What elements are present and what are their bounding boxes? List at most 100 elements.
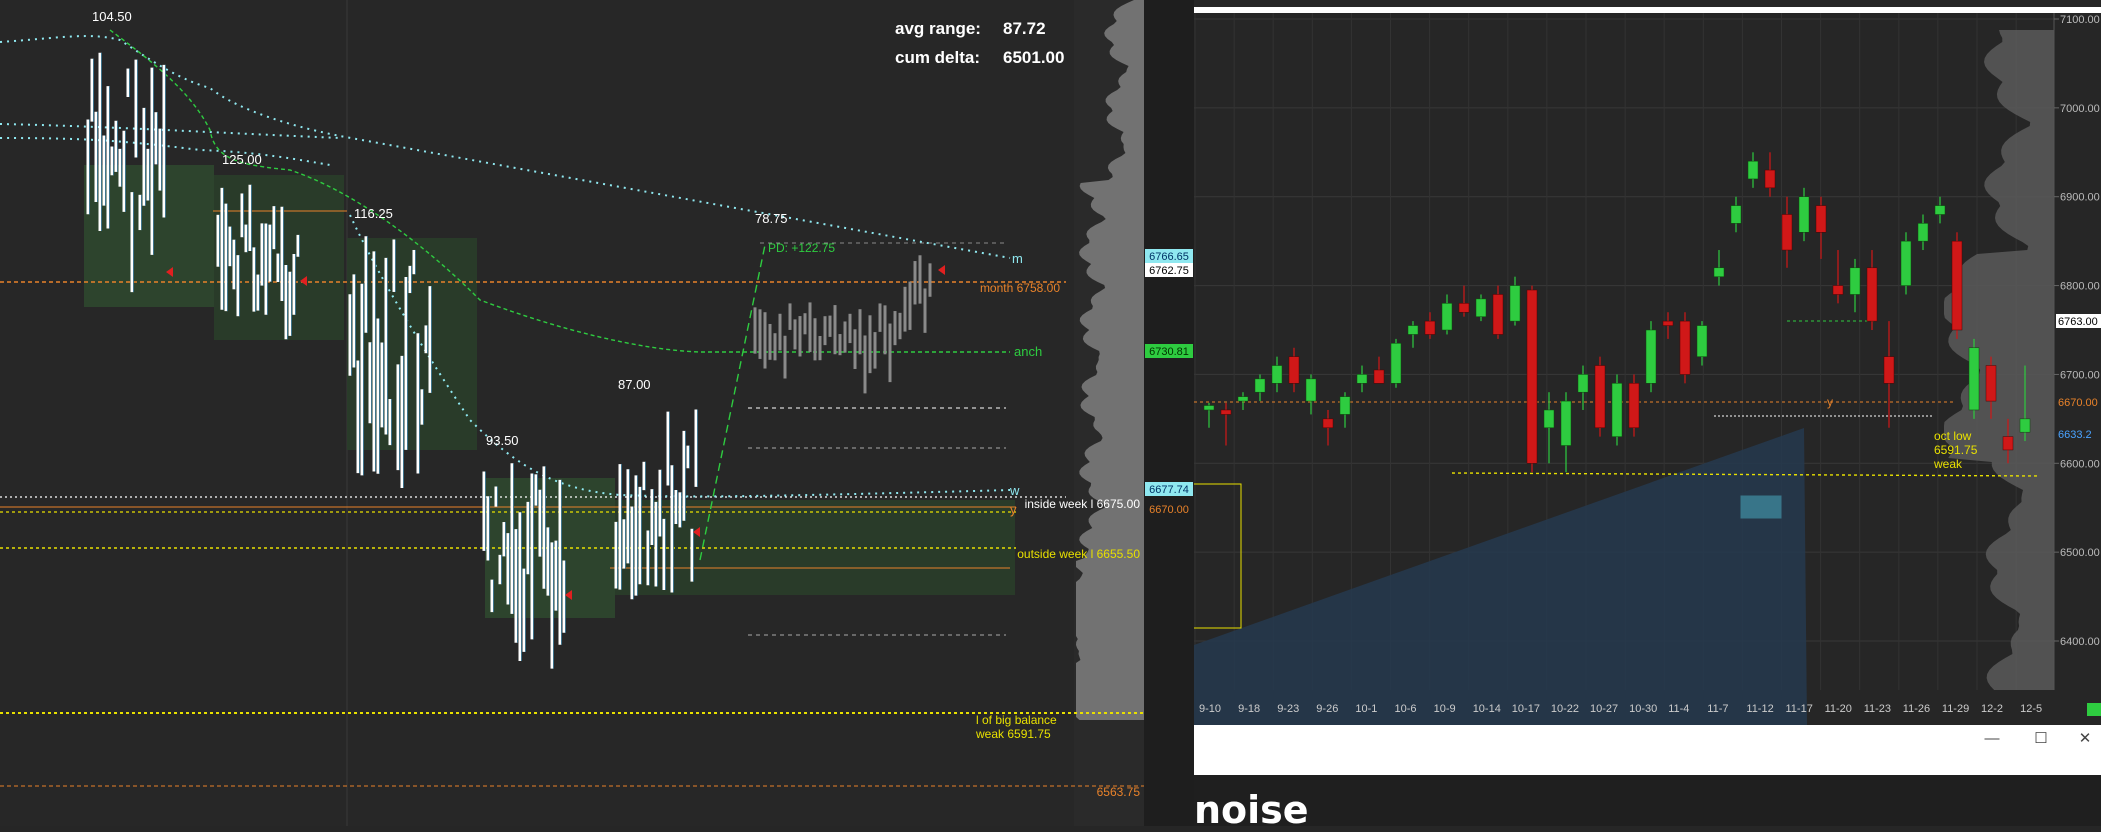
candle-body	[1747, 160, 1759, 180]
x-axis-label: 11-17	[1786, 703, 1813, 715]
candle-body	[1781, 214, 1793, 251]
y-label: y	[1827, 395, 1833, 409]
candle-body	[1900, 240, 1912, 286]
corner-indicator	[2087, 703, 2101, 716]
candle-body	[1509, 285, 1521, 322]
candle-body	[1220, 409, 1232, 415]
candle-body	[1951, 240, 1963, 331]
big-balance-label: weak 6591.75	[975, 727, 1051, 741]
candle-body	[1254, 378, 1266, 393]
window-content-area	[1194, 775, 2101, 826]
left-chart-canvas[interactable]: 104.50 125.00 116.25 93.50 87.00 78.75 P…	[0, 0, 1144, 826]
candle-body	[1577, 374, 1589, 393]
candle-body	[1458, 303, 1470, 313]
candle-body	[1713, 267, 1725, 277]
oct-low-label: weak	[1933, 457, 1963, 471]
y-axis-label: 6900.00	[2060, 192, 2100, 204]
candle-body	[1611, 383, 1623, 437]
right-chart-panel[interactable]: 7100.00 7000.00 6900.00 6800.00 6700.00 6600.…	[1194, 0, 2101, 826]
x-axis-label: 10-1	[1355, 703, 1377, 715]
x-axis-label: 11-7	[1707, 703, 1728, 715]
candle-body	[1696, 325, 1708, 357]
x-axis-label: 10-22	[1551, 703, 1579, 715]
x-axis-label: 12-5	[2020, 703, 2042, 715]
price-tag-column: 6766.65 6762.75 6730.81 6677.74 6670.00	[1144, 0, 1194, 826]
price-tag-text: 6677.74	[1149, 484, 1189, 496]
candle-body	[1815, 205, 1827, 233]
candle-body	[1305, 378, 1317, 402]
close-button[interactable]: ✕	[2070, 728, 2100, 750]
cum-delta-value: 6501.00	[1003, 48, 1065, 67]
x-axis-label: 10-17	[1512, 703, 1540, 715]
cyan-zone-box	[1740, 495, 1782, 519]
oct-low-label: 6591.75	[1934, 443, 1978, 457]
y-axis-label: 6400.00	[2060, 636, 2100, 648]
price-tag-text: 6730.81	[1149, 346, 1189, 358]
avg-range-label: avg range:	[895, 19, 981, 38]
y-axis-label: 7100.00	[2060, 14, 2100, 26]
candle-body	[1271, 365, 1283, 384]
candle-body	[1237, 396, 1249, 402]
y-axis-label: 6600.00	[2060, 458, 2100, 470]
candle-body	[2019, 418, 2031, 433]
y-axis-label: 6500.00	[2060, 547, 2100, 559]
w-label: w	[1009, 483, 1020, 498]
x-axis-label: 10-14	[1473, 703, 1501, 715]
swing-label: 87.00	[618, 377, 651, 392]
candle-body	[1407, 325, 1419, 335]
price-tag-text: 6762.75	[1149, 265, 1189, 277]
price-tag-text: 6763.00	[2058, 316, 2098, 328]
x-axis-label: 9-18	[1238, 703, 1260, 715]
candle-body	[1390, 343, 1402, 384]
candle-body	[1883, 356, 1895, 384]
candle-body	[1560, 400, 1572, 446]
y-axis-label: 6800.00	[2060, 281, 2100, 293]
inside-week-label: inside week l 6675.00	[1025, 497, 1141, 511]
cyan-curve	[0, 123, 341, 139]
maximize-button[interactable]: ☐	[2026, 728, 2056, 750]
x-axis-label: 10-30	[1629, 703, 1657, 715]
price-tag-text: 6670.00	[1149, 504, 1189, 516]
candle-body	[1866, 267, 1878, 322]
bottom-price-label: 6563.75	[1097, 785, 1141, 799]
swing-label: 78.75	[755, 211, 788, 226]
candle-body	[1645, 329, 1657, 384]
candle-body	[1934, 205, 1946, 215]
m-label: m	[1012, 251, 1023, 266]
price-tag-text: 6670.00	[2058, 397, 2098, 409]
candle-body	[1543, 409, 1555, 428]
x-axis-label: 12-2	[1981, 703, 2003, 715]
swing-label: 104.50	[92, 9, 132, 24]
x-axis-label: 9-26	[1316, 703, 1338, 715]
avg-range-value: 87.72	[1003, 19, 1046, 38]
x-axis-label: 11-23	[1864, 703, 1891, 715]
right-chart-canvas[interactable]: 7100.00 7000.00 6900.00 6800.00 6700.00 6600.…	[1194, 0, 2101, 826]
candle-body	[1492, 294, 1504, 335]
x-axis-label: 11-12	[1746, 703, 1773, 715]
y-axis-label: 7000.00	[2060, 103, 2100, 115]
candle-body	[1424, 320, 1436, 335]
candle-body	[1203, 405, 1215, 411]
x-axis-label: 10-6	[1395, 703, 1417, 715]
swing-label: 125.00	[222, 152, 262, 167]
window-top-bar	[1194, 7, 2101, 13]
outside-week-label: outside week l 6655.50	[1017, 547, 1140, 561]
candle-body	[1322, 418, 1334, 428]
bottom-heading: noise	[1194, 788, 1309, 832]
candle-body	[1356, 374, 1368, 384]
minimize-button[interactable]: —	[1977, 728, 2007, 750]
candle-body	[1628, 383, 1640, 428]
swing-label: 116.25	[354, 206, 393, 221]
candle-body	[1339, 396, 1351, 415]
left-chart-panel[interactable]: 104.50 125.00 116.25 93.50 87.00 78.75 P…	[0, 0, 1144, 826]
candle-body	[1441, 303, 1453, 331]
candle-body	[1832, 285, 1844, 295]
candle-body	[1764, 169, 1776, 189]
x-axis-label: 11-20	[1825, 703, 1852, 715]
month-label: month 6758.00	[980, 281, 1060, 295]
candle-body	[1968, 347, 1980, 411]
candle-body	[1798, 196, 1810, 233]
x-axis-label: 10-9	[1434, 703, 1456, 715]
price-tag-text: 6633.2	[2058, 429, 2092, 441]
candle-body	[1917, 223, 1929, 242]
